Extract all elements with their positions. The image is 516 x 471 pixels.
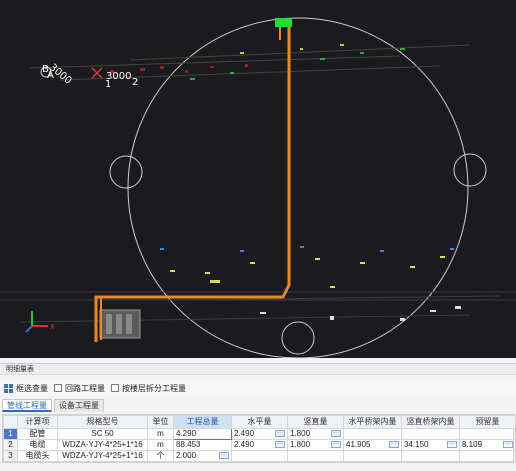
box-select-label: 框选查量	[16, 383, 48, 393]
row-number: 3	[3, 450, 18, 462]
riser-top-marker[interactable]	[275, 18, 292, 27]
more-button[interactable]: ···	[275, 430, 285, 437]
table-row[interactable]: 1 配管 SC 50 m 4.290 2.490 ··· 1.800 ···	[3, 428, 516, 440]
svg-text:X: X	[50, 323, 55, 331]
grid-intersection-mark	[91, 67, 103, 79]
more-button[interactable]: ···	[275, 441, 285, 448]
view-handle-left[interactable]	[109, 155, 143, 189]
table-header-row: 计算项 规格型号 单位 工程总量 水平量 竖直量 水平桥架内量 竖直桥架内量 预…	[3, 415, 516, 429]
column-header[interactable]: 规格型号	[57, 415, 148, 429]
cell-unit[interactable]: m	[147, 428, 174, 440]
loop-quantity-label: 回路工程量	[65, 383, 105, 393]
checkbox-icon[interactable]	[54, 384, 62, 392]
lower-fixtures-yellow	[170, 256, 445, 288]
grid-icon	[4, 383, 13, 393]
distribution-cabinet[interactable]	[99, 309, 141, 339]
tab-equipment-quantity[interactable]: 设备工程量	[54, 399, 104, 412]
column-header[interactable]: 水平量	[231, 415, 288, 429]
cell-reserve[interactable]: 8.109 ···	[459, 439, 516, 451]
cell-vertical-value: 1.800	[290, 429, 311, 439]
floor-split-label: 按楼层拆分工程量	[122, 383, 186, 393]
cell-v-tray[interactable]	[401, 428, 460, 440]
panel-title: 明细量表	[6, 366, 34, 373]
table-row[interactable]: 3 电缆头 WDZA-YJY-4*25+1*16 个 2.000 ···	[3, 450, 516, 462]
cell-vertical-value: 1.800	[290, 440, 311, 450]
column-header[interactable]: 工程总量	[173, 415, 232, 429]
column-header[interactable]: 竖直量	[287, 415, 344, 429]
row-number: 2	[3, 439, 18, 451]
detail-panel-header: 明细量表	[0, 363, 516, 375]
more-button[interactable]: ···	[219, 452, 229, 459]
cell-spec[interactable]: SC 50	[57, 428, 148, 440]
cell-reserve[interactable]	[459, 428, 516, 440]
column-header[interactable]: 竖直桥架内量	[401, 415, 460, 429]
cell-item[interactable]: 电缆	[17, 439, 58, 451]
more-button[interactable]: ···	[331, 441, 341, 448]
cell-vertical[interactable]	[287, 450, 344, 462]
cell-v-tray[interactable]: 34.150 ···	[401, 439, 460, 451]
loop-quantity-checkbox[interactable]: 回路工程量	[54, 383, 105, 394]
row-number: 1	[3, 428, 18, 440]
cell-reserve[interactable]	[459, 450, 516, 462]
column-header[interactable]: 计算项	[17, 415, 58, 429]
lower-fixtures-white	[260, 306, 461, 321]
more-button[interactable]: ···	[331, 430, 341, 437]
column-header[interactable]: 水平桥架内量	[343, 415, 402, 429]
cell-unit[interactable]: m	[147, 439, 174, 451]
cell-horizontal-value: 2.490	[234, 429, 255, 439]
cell-h-tray-value: 41.905	[346, 440, 371, 450]
cell-horizontal[interactable]	[231, 450, 288, 462]
box-select-button[interactable]: 框选查量	[4, 383, 48, 394]
lower-fixtures-blue	[160, 246, 454, 252]
cell-h-tray[interactable]	[343, 450, 402, 462]
cell-vertical[interactable]: 1.800 ···	[287, 428, 344, 440]
cell-h-tray[interactable]	[343, 428, 402, 440]
cell-spec[interactable]: WDZA-YJY-4*25+1*16	[57, 450, 148, 462]
cell-reserve-value: 8.109	[462, 440, 483, 450]
view-handle-right[interactable]	[453, 153, 487, 187]
cell-total[interactable]: 88.453	[173, 439, 232, 451]
more-button[interactable]: ···	[389, 441, 399, 448]
cell-h-tray[interactable]: 41.905 ···	[343, 439, 402, 451]
cell-total-value: 2.000	[176, 451, 197, 461]
detail-tabs: 管线工程量 设备工程量	[2, 399, 104, 412]
detail-toolbar: 框选查量 回路工程量 按楼层拆分工程量	[0, 381, 516, 395]
cell-spec[interactable]: WDZA-YJY-4*25+1*16	[57, 439, 148, 451]
cell-horizontal-value: 2.490	[234, 440, 255, 450]
more-button[interactable]: ···	[447, 441, 457, 448]
quantity-table: 计算项 规格型号 单位 工程总量 水平量 竖直量 水平桥架内量 竖直桥架内量 预…	[2, 414, 516, 463]
3d-viewport[interactable]: X B A 3000 3000 1 2	[0, 0, 516, 358]
table-row[interactable]: 2 电缆 WDZA-YJY-4*25+1*16 m 88.453 2.490 ··…	[3, 439, 516, 451]
view-handle-bottom[interactable]	[281, 321, 315, 355]
grid-number-1: 1	[105, 79, 112, 90]
cell-total[interactable]: 2.000 ···	[173, 450, 232, 462]
cell-horizontal[interactable]: 2.490 ···	[231, 439, 288, 451]
cell-horizontal[interactable]: 2.490 ···	[231, 428, 288, 440]
cell-item[interactable]: 配管	[17, 428, 58, 440]
cell-total[interactable]: 4.290	[173, 428, 232, 440]
cell-v-tray-value: 34.150	[404, 440, 429, 450]
column-header[interactable]: 预留量	[459, 415, 516, 429]
cell-v-tray[interactable]	[401, 450, 460, 462]
floor-split-checkbox[interactable]: 按楼层拆分工程量	[111, 383, 186, 394]
view-cube-ring	[127, 17, 469, 358]
grid-number-2: 2	[132, 77, 139, 88]
header-corner	[3, 415, 18, 429]
tab-pipe-quantity[interactable]: 管线工程量	[2, 399, 52, 412]
cell-item[interactable]: 电缆头	[17, 450, 58, 462]
cell-vertical[interactable]: 1.800 ···	[287, 439, 344, 451]
more-button[interactable]: ···	[503, 441, 513, 448]
cell-unit[interactable]: 个	[147, 450, 174, 462]
model-canvas[interactable]: X	[0, 0, 516, 358]
checkbox-icon[interactable]	[111, 384, 119, 392]
column-header[interactable]: 单位	[147, 415, 174, 429]
cell-total-value: 4.290	[176, 429, 197, 439]
